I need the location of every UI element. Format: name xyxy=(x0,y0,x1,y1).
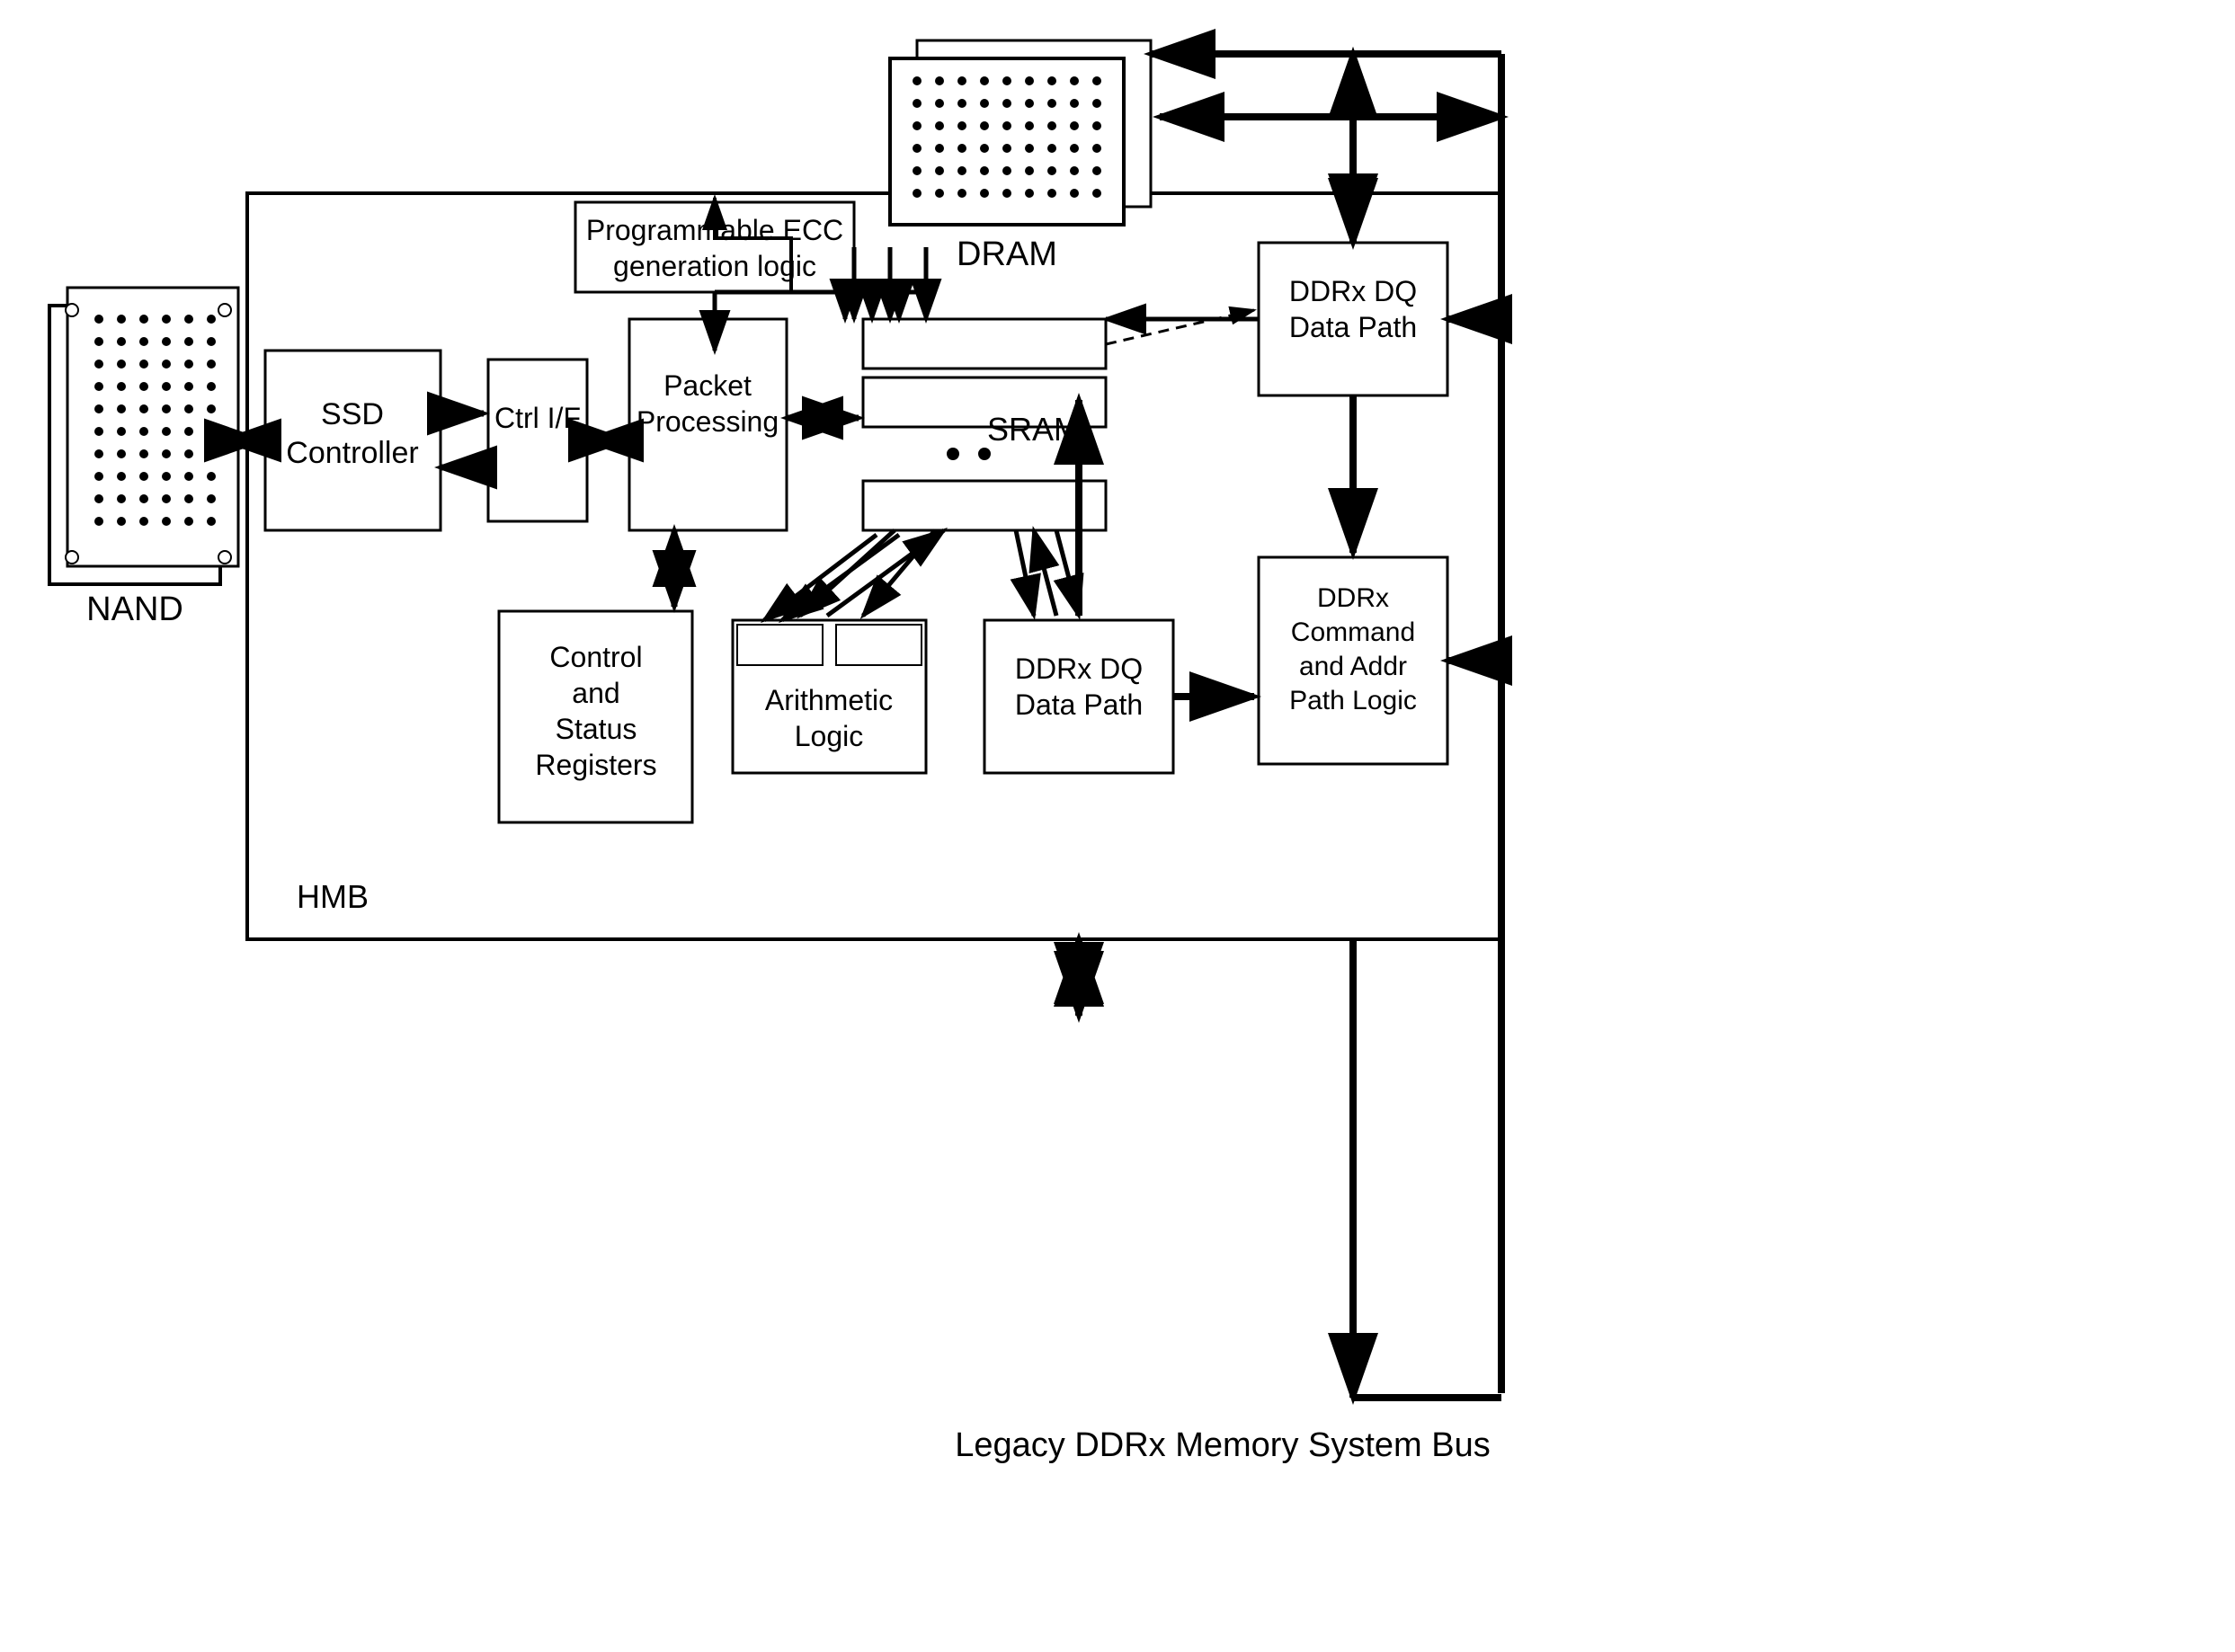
csr-label1: Control xyxy=(549,641,642,673)
ctrl-if-block xyxy=(488,360,587,521)
sram-block-1 xyxy=(863,319,1106,369)
csr-label4: Registers xyxy=(535,749,656,781)
nand-label: NAND xyxy=(86,591,183,628)
al-label2: Logic xyxy=(795,720,864,752)
ssd-controller-label1: SSD xyxy=(321,397,384,431)
ssd-controller-label2: Controller xyxy=(286,436,418,470)
ddrx-cmd-label2: Command xyxy=(1291,617,1415,647)
dram-chip xyxy=(890,40,1151,225)
sram-dot1 xyxy=(947,448,959,460)
sram-block-3 xyxy=(863,481,1106,530)
sram-dot2 xyxy=(978,448,991,460)
ctrl-if-label1: Ctrl I/F xyxy=(494,402,581,434)
csr-label2: and xyxy=(572,677,619,709)
ddrx-dq-top-label2: Data Path xyxy=(1289,311,1417,343)
ddrx-cmd-label1: DDRx xyxy=(1317,583,1389,613)
nand-chip xyxy=(49,288,238,584)
csr-label3: Status xyxy=(556,713,637,745)
legacy-bus-label: Legacy DDRx Memory System Bus xyxy=(955,1426,1491,1464)
ddrx-cmd-label3: and Addr xyxy=(1299,652,1407,681)
ecc-label2: generation logic xyxy=(613,250,816,282)
al-sub1 xyxy=(737,625,823,665)
ddrx-cmd-label4: Path Logic xyxy=(1289,686,1417,715)
ddrx-dq-bot-label1: DDRx DQ xyxy=(1015,653,1143,685)
hmb-label: HMB xyxy=(297,878,369,915)
al-label1: Arithmetic xyxy=(765,684,893,716)
dram-label: DRAM xyxy=(957,235,1057,273)
pp-label1: Packet xyxy=(663,369,752,402)
sram-label: SRAM xyxy=(987,411,1081,448)
pp-label2: Processing xyxy=(637,405,779,438)
ddrx-dq-bot-label2: Data Path xyxy=(1015,688,1143,721)
ddrx-dq-top-label1: DDRx DQ xyxy=(1289,275,1417,307)
al-sub2 xyxy=(836,625,922,665)
